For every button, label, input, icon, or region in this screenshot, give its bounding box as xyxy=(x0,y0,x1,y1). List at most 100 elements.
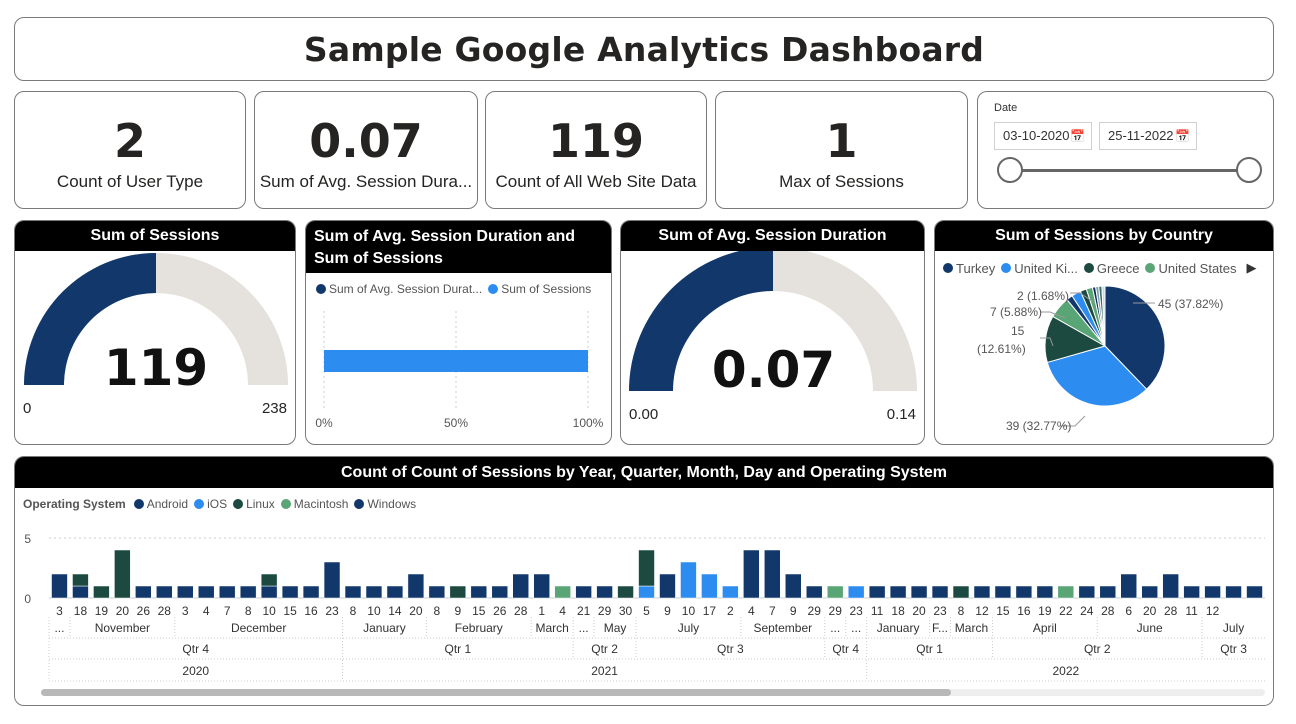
kpi-label: Count of User Type xyxy=(56,172,204,191)
day-label: 8 xyxy=(350,604,357,618)
kpi-card-max-sessions[interactable]: 1 Max of Sessions xyxy=(715,91,968,209)
legend-dot-icon xyxy=(1083,263,1094,273)
horizontal-scrollbar-track[interactable] xyxy=(41,689,1265,696)
day-label: 10 xyxy=(262,604,276,618)
column-bar-segment xyxy=(680,561,697,599)
day-label: 28 xyxy=(158,604,172,618)
column-bar-segment xyxy=(533,573,550,599)
year-label: 2022 xyxy=(1052,664,1079,678)
month-label: July xyxy=(1223,621,1244,635)
date-range-start-handle[interactable] xyxy=(997,157,1023,183)
column-bar-segment xyxy=(198,585,215,599)
column-bar-segment xyxy=(785,573,802,599)
column-bar-segment xyxy=(135,585,152,599)
column-bar-segment xyxy=(1162,573,1179,599)
month-label: ... xyxy=(579,621,589,635)
kpi-card-web-site-data[interactable]: 119 Count of All Web Site Data xyxy=(485,91,707,209)
pie-data-label: 2 (1.68%) xyxy=(1017,289,1069,303)
day-label: 8 xyxy=(434,604,441,618)
column-bar-segment xyxy=(596,585,613,599)
chevron-right-icon[interactable]: ▶ xyxy=(1247,260,1257,276)
column-bar-segment xyxy=(1036,585,1054,599)
date-slicer[interactable]: Date 03-10-2020 📅 25-11-2022 📅 xyxy=(977,91,1274,209)
column-bar-segment xyxy=(1225,585,1242,599)
day-label: 18 xyxy=(74,604,88,618)
column-bar-segment xyxy=(575,585,592,599)
day-label: 17 xyxy=(703,604,717,618)
column-bar-segment xyxy=(114,549,131,599)
day-label: 9 xyxy=(664,604,671,618)
year-label: 2020 xyxy=(182,664,209,678)
column-bar-segment xyxy=(910,585,928,599)
calendar-icon[interactable]: 📅 xyxy=(1175,123,1190,149)
horizontal-scrollbar-thumb[interactable] xyxy=(41,689,951,696)
column-bar-segment xyxy=(260,585,278,599)
day-label: 28 xyxy=(514,604,528,618)
month-label: July xyxy=(678,621,699,635)
legend-dot-icon xyxy=(1145,263,1156,273)
calendar-icon[interactable]: 📅 xyxy=(1070,123,1085,149)
day-label: 23 xyxy=(325,604,339,618)
column-bar-segment xyxy=(554,585,571,599)
date-range-end-handle[interactable] xyxy=(1236,157,1262,183)
column-bar-segment xyxy=(323,561,341,599)
day-label: 20 xyxy=(912,604,926,618)
kpi-card-avg-session-duration[interactable]: 0.07 Sum of Avg. Session Dura... xyxy=(254,91,478,209)
day-label: 16 xyxy=(1017,604,1031,618)
month-label: ... xyxy=(851,621,861,635)
day-label: 24 xyxy=(1080,604,1094,618)
column-chart-svg: 503 18 19 20 26 28 3 4 7 8 10 15 16 23 8 10 14 20 8 9 15 26 28… xyxy=(24,532,1265,682)
column-bar-segment xyxy=(365,585,383,599)
column-bar-segment xyxy=(994,585,1012,599)
day-label: 3 xyxy=(56,604,63,618)
legend-item[interactable]: Sum of Avg. Session Durat... xyxy=(329,282,482,296)
legend-item[interactable]: Turkey xyxy=(956,261,995,276)
year-label: 2021 xyxy=(591,664,618,678)
column-bar-segment xyxy=(156,585,173,599)
column-bar-segment xyxy=(93,585,110,599)
day-label: 26 xyxy=(137,604,151,618)
column-bar-segment xyxy=(491,585,508,599)
pie-data-label: 39 (32.77%) xyxy=(1006,419,1071,433)
column-bar-segment xyxy=(1120,573,1137,599)
day-label: 3 xyxy=(182,604,189,618)
column-bar-segment xyxy=(177,585,194,599)
column-bar-segment xyxy=(931,585,949,599)
month-label: April xyxy=(1033,621,1057,635)
end-date-input[interactable]: 25-11-2022 📅 xyxy=(1099,122,1197,150)
month-label: December xyxy=(231,621,286,635)
day-label: 21 xyxy=(577,604,591,618)
day-label: 15 xyxy=(996,604,1010,618)
bar-card-duration-sessions[interactable]: Sum of Avg. Session Duration and Sum of … xyxy=(305,220,612,445)
quarter-label: Qtr 2 xyxy=(1084,642,1111,656)
column-bar-segment xyxy=(281,585,299,599)
column-bar-segment xyxy=(638,585,655,599)
column-bar-segment xyxy=(428,585,446,599)
day-label: 8 xyxy=(958,604,965,618)
gauge-card-sessions[interactable]: Sum of Sessions 119 0 238 xyxy=(14,220,296,445)
axis-tick: 0% xyxy=(315,416,333,430)
day-label: 20 xyxy=(116,604,130,618)
legend-dot-icon xyxy=(943,263,953,273)
kpi-card-user-type[interactable]: 2 Count of User Type xyxy=(14,91,246,209)
legend-item[interactable]: Greece xyxy=(1097,261,1140,276)
legend-item[interactable]: United States xyxy=(1158,261,1236,276)
sessions-by-date-os-chart[interactable]: Count of Count of Sessions by Year, Quar… xyxy=(14,456,1274,706)
column-bar-segment xyxy=(868,585,886,599)
column-bar-segment xyxy=(344,585,362,599)
day-label: 15 xyxy=(283,604,297,618)
column-bar-segment xyxy=(1183,585,1200,599)
start-date-input[interactable]: 03-10-2020 📅 xyxy=(994,122,1092,150)
y-tick: 0 xyxy=(24,592,31,606)
gauge-card-duration[interactable]: Sum of Avg. Session Duration 0.07 0.00 0… xyxy=(620,220,925,445)
day-label: 1 xyxy=(538,604,545,618)
pie-data-label: 45 (37.82%) xyxy=(1158,297,1223,311)
day-label: 2 xyxy=(727,604,734,618)
month-label: September xyxy=(753,621,812,635)
legend-dot-icon xyxy=(1001,263,1012,273)
pie-card-sessions-by-country[interactable]: Sum of Sessions by Country Turkey United… xyxy=(934,220,1274,445)
legend-dot-icon xyxy=(488,284,499,294)
legend-item[interactable]: United Ki... xyxy=(1014,261,1078,276)
legend-item[interactable]: Sum of Sessions xyxy=(501,282,591,296)
date-range-track[interactable] xyxy=(1010,169,1250,172)
